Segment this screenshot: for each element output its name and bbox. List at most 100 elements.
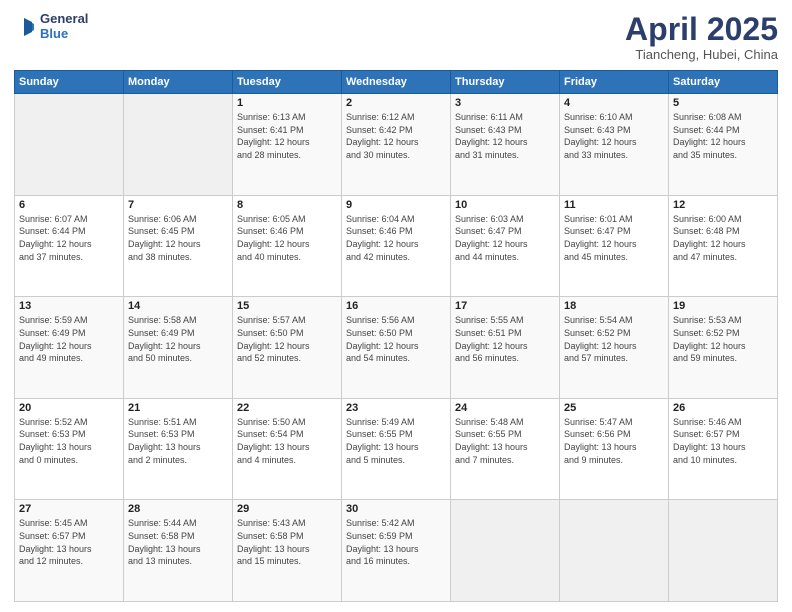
calendar-cell: 14Sunrise: 5:58 AM Sunset: 6:49 PM Dayli… — [124, 297, 233, 399]
calendar-cell: 20 Sunrise: 5:52 AM Sunset: 6:53 PM Dayli… — [15, 398, 124, 500]
logo: General Blue — [14, 12, 88, 42]
day-info: Sunrise: 5:55 AM Sunset: 6:51 PM Dayligh… — [455, 314, 555, 364]
calendar-cell: 30 Sunrise: 5:42 AM Sunset: 6:59 PM Dayli… — [342, 500, 451, 602]
day-number: 17 — [455, 300, 555, 312]
calendar-cell: 22 Sunrise: 5:50 AM Sunset: 6:54 PM Dayli… — [233, 398, 342, 500]
calendar-cell: 10 Sunrise: 6:03 AM Sunset: 6:47 PM Dayli… — [451, 195, 560, 297]
weekday-header-row: SundayMondayTuesdayWednesdayThursdayFrid… — [15, 71, 778, 94]
day-info: Sunrise: 5:52 AM Sunset: 6:53 PM Dayligh… — [19, 416, 119, 466]
day-info: Sunrise: 6:13 AM Sunset: 6:41 PM Dayligh… — [237, 111, 337, 161]
calendar-cell: 23Sunrise: 5:49 AM Sunset: 6:55 PM Dayli… — [342, 398, 451, 500]
weekday-header-thursday: Thursday — [451, 71, 560, 94]
calendar-cell — [669, 500, 778, 602]
day-info: Sunrise: 6:05 AM Sunset: 6:46 PM Dayligh… — [237, 213, 337, 263]
day-info: Sunrise: 6:10 AM Sunset: 6:43 PM Dayligh… — [564, 111, 664, 161]
day-number: 22 — [237, 402, 337, 414]
day-info: Sunrise: 6:06 AM Sunset: 6:45 PM Dayligh… — [128, 213, 228, 263]
weekday-header-wednesday: Wednesday — [342, 71, 451, 94]
calendar-cell: 1Sunrise: 6:13 AM Sunset: 6:41 PM Daylig… — [233, 94, 342, 196]
day-info: Sunrise: 5:46 AM Sunset: 6:57 PM Dayligh… — [673, 416, 773, 466]
day-number: 27 — [19, 503, 119, 515]
weekday-header-tuesday: Tuesday — [233, 71, 342, 94]
day-number: 30 — [346, 503, 446, 515]
calendar-cell: 26 Sunrise: 5:46 AM Sunset: 6:57 PM Dayli… — [669, 398, 778, 500]
day-number: 29 — [237, 503, 337, 515]
day-number: 13 — [19, 300, 119, 312]
day-info: Sunrise: 6:00 AM Sunset: 6:48 PM Dayligh… — [673, 213, 773, 263]
day-number: 11 — [564, 199, 664, 211]
day-number: 25 — [564, 402, 664, 414]
day-info: Sunrise: 6:04 AM Sunset: 6:46 PM Dayligh… — [346, 213, 446, 263]
day-info: Sunrise: 5:51 AM Sunset: 6:53 PM Dayligh… — [128, 416, 228, 466]
day-info: Sunrise: 5:42 AM Sunset: 6:59 PM Dayligh… — [346, 517, 446, 567]
calendar-cell: 15Sunrise: 5:57 AM Sunset: 6:50 PM Dayli… — [233, 297, 342, 399]
calendar-week-3: 13 Sunrise: 5:59 AM Sunset: 6:49 PM Dayli… — [15, 297, 778, 399]
day-number: 18 — [564, 300, 664, 312]
calendar-cell: 16 Sunrise: 5:56 AM Sunset: 6:50 PM Dayli… — [342, 297, 451, 399]
day-number: 21 — [128, 402, 228, 414]
day-info: Sunrise: 6:03 AM Sunset: 6:47 PM Dayligh… — [455, 213, 555, 263]
weekday-header-sunday: Sunday — [15, 71, 124, 94]
calendar-cell: 9Sunrise: 6:04 AM Sunset: 6:46 PM Daylig… — [342, 195, 451, 297]
day-number: 5 — [673, 97, 773, 109]
calendar-cell: 13 Sunrise: 5:59 AM Sunset: 6:49 PM Dayli… — [15, 297, 124, 399]
day-number: 4 — [564, 97, 664, 109]
day-number: 28 — [128, 503, 228, 515]
day-info: Sunrise: 5:48 AM Sunset: 6:55 PM Dayligh… — [455, 416, 555, 466]
calendar-cell: 29Sunrise: 5:43 AM Sunset: 6:58 PM Dayli… — [233, 500, 342, 602]
weekday-header-monday: Monday — [124, 71, 233, 94]
calendar-cell: 21 Sunrise: 5:51 AM Sunset: 6:53 PM Dayli… — [124, 398, 233, 500]
day-number: 10 — [455, 199, 555, 211]
calendar-cell — [451, 500, 560, 602]
calendar-week-2: 6 Sunrise: 6:07 AM Sunset: 6:44 PM Daylig… — [15, 195, 778, 297]
logo-text-general: General — [40, 12, 88, 27]
day-number: 16 — [346, 300, 446, 312]
day-info: Sunrise: 5:57 AM Sunset: 6:50 PM Dayligh… — [237, 314, 337, 364]
calendar-cell — [15, 94, 124, 196]
calendar-cell: 5 Sunrise: 6:08 AM Sunset: 6:44 PM Daylig… — [669, 94, 778, 196]
header: General Blue April 2025 Tiancheng, Hubei… — [14, 12, 778, 62]
day-info: Sunrise: 6:08 AM Sunset: 6:44 PM Dayligh… — [673, 111, 773, 161]
calendar-cell — [124, 94, 233, 196]
day-info: Sunrise: 6:01 AM Sunset: 6:47 PM Dayligh… — [564, 213, 664, 263]
calendar-cell: 17 Sunrise: 5:55 AM Sunset: 6:51 PM Dayli… — [451, 297, 560, 399]
day-info: Sunrise: 5:44 AM Sunset: 6:58 PM Dayligh… — [128, 517, 228, 567]
calendar-week-4: 20 Sunrise: 5:52 AM Sunset: 6:53 PM Dayli… — [15, 398, 778, 500]
day-number: 14 — [128, 300, 228, 312]
calendar-cell: 24 Sunrise: 5:48 AM Sunset: 6:55 PM Dayli… — [451, 398, 560, 500]
calendar-cell — [560, 500, 669, 602]
day-number: 24 — [455, 402, 555, 414]
day-number: 19 — [673, 300, 773, 312]
day-number: 6 — [19, 199, 119, 211]
calendar-cell: 6 Sunrise: 6:07 AM Sunset: 6:44 PM Daylig… — [15, 195, 124, 297]
calendar-cell: 7Sunrise: 6:06 AM Sunset: 6:45 PM Daylig… — [124, 195, 233, 297]
calendar-week-1: 1Sunrise: 6:13 AM Sunset: 6:41 PM Daylig… — [15, 94, 778, 196]
day-number: 26 — [673, 402, 773, 414]
calendar-cell: 19Sunrise: 5:53 AM Sunset: 6:52 PM Dayli… — [669, 297, 778, 399]
calendar-cell: 3 Sunrise: 6:11 AM Sunset: 6:43 PM Daylig… — [451, 94, 560, 196]
calendar-cell: 28 Sunrise: 5:44 AM Sunset: 6:58 PM Dayli… — [124, 500, 233, 602]
calendar-cell: 12Sunrise: 6:00 AM Sunset: 6:48 PM Dayli… — [669, 195, 778, 297]
day-number: 2 — [346, 97, 446, 109]
location: Tiancheng, Hubei, China — [625, 47, 778, 62]
day-info: Sunrise: 6:11 AM Sunset: 6:43 PM Dayligh… — [455, 111, 555, 161]
calendar-cell: 11 Sunrise: 6:01 AM Sunset: 6:47 PM Dayli… — [560, 195, 669, 297]
day-info: Sunrise: 5:50 AM Sunset: 6:54 PM Dayligh… — [237, 416, 337, 466]
day-info: Sunrise: 5:54 AM Sunset: 6:52 PM Dayligh… — [564, 314, 664, 364]
month-title: April 2025 — [625, 12, 778, 47]
day-info: Sunrise: 5:47 AM Sunset: 6:56 PM Dayligh… — [564, 416, 664, 466]
weekday-header-saturday: Saturday — [669, 71, 778, 94]
day-number: 23 — [346, 402, 446, 414]
day-number: 8 — [237, 199, 337, 211]
day-number: 3 — [455, 97, 555, 109]
day-info: Sunrise: 5:56 AM Sunset: 6:50 PM Dayligh… — [346, 314, 446, 364]
day-info: Sunrise: 6:07 AM Sunset: 6:44 PM Dayligh… — [19, 213, 119, 263]
calendar-cell: 4 Sunrise: 6:10 AM Sunset: 6:43 PM Daylig… — [560, 94, 669, 196]
day-info: Sunrise: 5:45 AM Sunset: 6:57 PM Dayligh… — [19, 517, 119, 567]
day-info: Sunrise: 6:12 AM Sunset: 6:42 PM Dayligh… — [346, 111, 446, 161]
calendar-cell: 27 Sunrise: 5:45 AM Sunset: 6:57 PM Dayli… — [15, 500, 124, 602]
day-info: Sunrise: 5:59 AM Sunset: 6:49 PM Dayligh… — [19, 314, 119, 364]
calendar-header: SundayMondayTuesdayWednesdayThursdayFrid… — [15, 71, 778, 94]
calendar-table: SundayMondayTuesdayWednesdayThursdayFrid… — [14, 70, 778, 602]
day-number: 20 — [19, 402, 119, 414]
